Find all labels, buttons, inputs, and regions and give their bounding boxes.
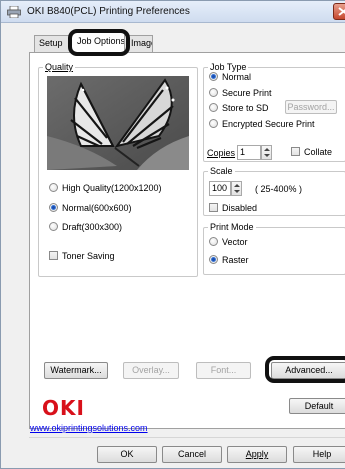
quality-normal-radio[interactable]: Normal(600x600)	[49, 203, 132, 213]
job-type-normal-radio[interactable]: Normal	[209, 72, 251, 82]
radio-indicator	[209, 237, 218, 246]
close-button[interactable]	[333, 3, 345, 20]
spin-down-icon	[234, 190, 240, 193]
tab-highlight-annotation	[68, 29, 130, 56]
print-mode-raster-radio[interactable]: Raster	[209, 255, 249, 265]
radio-indicator	[209, 72, 218, 81]
job-type-secure-print-radio[interactable]: Secure Print	[209, 88, 272, 98]
toner-saving-checkbox[interactable]: Toner Saving	[49, 251, 115, 261]
print-mode-vector-radio[interactable]: Vector	[209, 237, 248, 247]
radio-indicator	[209, 103, 218, 112]
collate-checkbox[interactable]: Collate	[291, 147, 332, 157]
ok-button[interactable]: OK	[97, 446, 157, 463]
window-title: OKI B840(PCL) Printing Preferences	[27, 6, 190, 17]
scale-input[interactable]: 100	[209, 181, 231, 196]
job-type-encrypted-secure-print-radio[interactable]: Encrypted Secure Print	[209, 119, 315, 129]
radio-indicator	[209, 255, 218, 264]
checkbox-indicator	[291, 147, 300, 156]
checkbox-indicator	[209, 203, 218, 212]
quality-label: Quality	[43, 62, 76, 72]
scale-disabled-checkbox[interactable]: Disabled	[209, 203, 257, 213]
copies-input[interactable]: 1	[237, 145, 261, 160]
cancel-button[interactable]: Cancel	[162, 446, 222, 463]
scale-range-label: ( 25-400% )	[255, 184, 303, 194]
scale-label: Scale	[208, 166, 235, 176]
quality-preview-image	[47, 76, 189, 170]
quality-draft-radio[interactable]: Draft(300x300)	[49, 222, 122, 232]
radio-indicator	[209, 119, 218, 128]
apply-button[interactable]: Apply	[227, 446, 287, 463]
quality-high-radio[interactable]: High Quality(1200x1200)	[49, 183, 162, 193]
radio-indicator	[49, 203, 58, 212]
radio-indicator	[49, 222, 58, 231]
copies-label: Copies	[207, 148, 236, 158]
overlay-button[interactable]: Overlay...	[123, 362, 179, 379]
printer-icon	[7, 6, 21, 18]
radio-indicator	[49, 183, 58, 192]
oki-logo: OKI	[42, 396, 85, 420]
help-button[interactable]: Help	[293, 446, 345, 463]
radio-indicator	[209, 88, 218, 97]
print-mode-label: Print Mode	[208, 222, 256, 232]
copies-spinner[interactable]	[261, 145, 272, 160]
spin-up-icon	[234, 184, 240, 187]
checkbox-indicator	[49, 251, 58, 260]
close-icon	[338, 7, 345, 16]
scale-spinner[interactable]	[231, 181, 242, 196]
spin-down-icon	[264, 154, 270, 157]
watermark-button[interactable]: Watermark...	[44, 362, 108, 379]
font-button[interactable]: Font...	[196, 362, 251, 379]
default-button[interactable]: Default	[289, 398, 345, 414]
job-type-store-to-sd-radio[interactable]: Store to SD	[209, 103, 269, 113]
advanced-highlight-annotation	[265, 356, 345, 383]
title-bar[interactable]: OKI B840(PCL) Printing Preferences	[1, 1, 345, 23]
job-type-label: Job Type	[208, 62, 249, 72]
password-button[interactable]: Password...	[285, 100, 337, 114]
tab-strip: Setup Job Options Image	[1, 23, 345, 53]
print-mode-group: Print Mode	[203, 222, 345, 275]
spin-up-icon	[264, 148, 270, 151]
printing-preferences-window: OKI B840(PCL) Printing Preferences Setup…	[0, 0, 345, 469]
footer-divider	[29, 437, 345, 438]
oki-website-link[interactable]: www.okiprintingsolutions.com	[30, 423, 148, 433]
